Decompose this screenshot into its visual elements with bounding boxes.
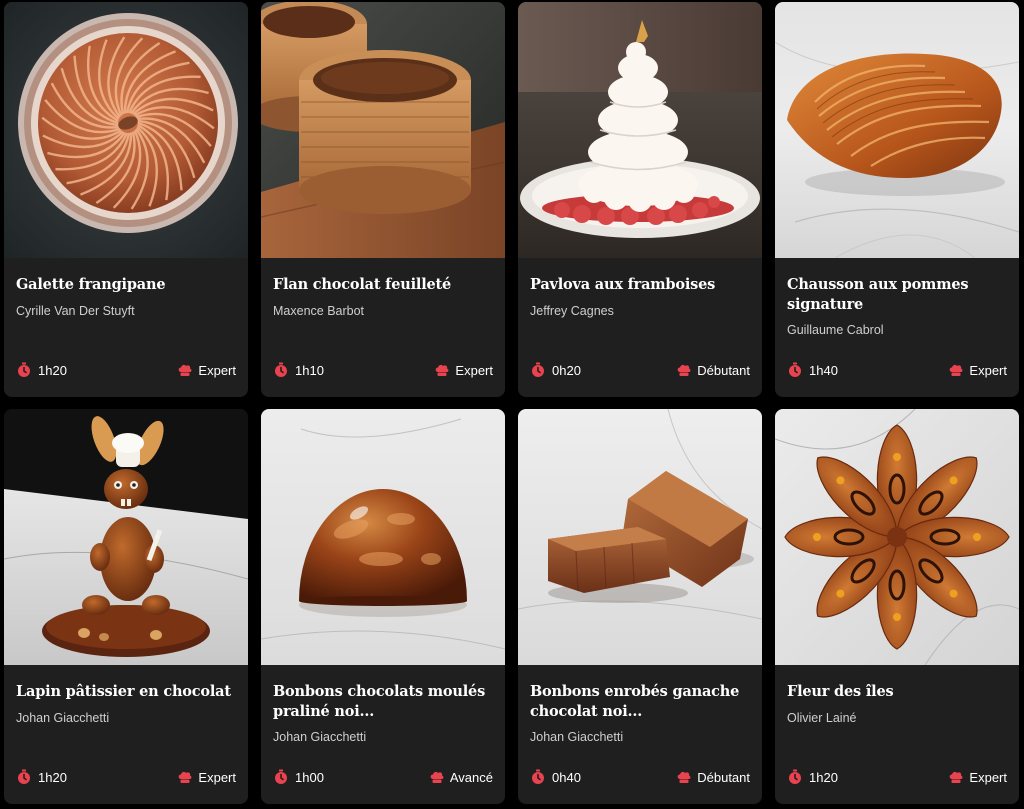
timer-icon xyxy=(273,769,289,785)
recipe-title[interactable]: Bonbons enrobés ganache chocolat noi... xyxy=(530,682,750,722)
recipe-author: Jeffrey Cagnes xyxy=(530,304,614,318)
recipe-card[interactable]: Fleur des îles Olivier Lainé 1h20 Expert xyxy=(775,409,1019,804)
recipe-title[interactable]: Bonbons chocolats moulés praliné noi... xyxy=(273,682,493,722)
recipe-time-value: 1h20 xyxy=(38,769,67,785)
recipe-time: 1h20 xyxy=(787,769,838,785)
recipe-level: Expert xyxy=(177,769,236,785)
recipe-time: 1h20 xyxy=(16,769,67,785)
recipe-meta: 1h40 Expert xyxy=(787,362,1007,380)
recipe-title[interactable]: Flan chocolat feuilleté xyxy=(273,275,493,295)
chef-hat-icon xyxy=(948,769,964,785)
recipe-photo-galette[interactable] xyxy=(4,2,248,258)
timer-icon xyxy=(787,769,803,785)
recipe-time: 1h40 xyxy=(787,362,838,378)
recipe-author: Johan Giacchetti xyxy=(273,730,367,744)
recipe-level-value: Expert xyxy=(455,362,493,378)
recipe-photo-bonbons-enrobes[interactable] xyxy=(518,409,762,665)
recipe-author: Olivier Lainé xyxy=(787,711,857,725)
chef-hat-icon xyxy=(177,362,193,378)
recipe-photo-fleur-des-iles[interactable] xyxy=(775,409,1019,665)
recipe-level: Expert xyxy=(434,362,493,378)
chef-hat-icon xyxy=(676,769,692,785)
recipe-meta: 1h20 Expert xyxy=(787,769,1007,787)
recipe-time-value: 1h20 xyxy=(38,362,67,378)
recipe-meta: 1h10 Expert xyxy=(273,362,493,380)
timer-icon xyxy=(530,362,546,378)
recipe-photo-pavlova[interactable] xyxy=(518,2,762,258)
recipe-time-value: 0h40 xyxy=(552,769,581,785)
recipe-time-value: 0h20 xyxy=(552,362,581,378)
recipe-time: 1h20 xyxy=(16,362,67,378)
recipe-level: Débutant xyxy=(676,769,750,785)
recipe-level-value: Avancé xyxy=(449,769,493,785)
recipe-meta: 0h40 Débutant xyxy=(530,769,750,787)
recipe-author: Guillaume Cabrol xyxy=(787,323,884,337)
recipe-grid: Galette frangipane Cyrille Van Der Stuyf… xyxy=(4,2,1019,804)
chef-hat-icon xyxy=(177,769,193,785)
recipe-time-value: 1h10 xyxy=(295,362,324,378)
recipe-photo-flan[interactable] xyxy=(261,2,505,258)
recipe-level: Expert xyxy=(948,362,1007,378)
recipe-time: 0h20 xyxy=(530,362,581,378)
recipe-level: Expert xyxy=(177,362,236,378)
recipe-card[interactable]: Pavlova aux framboises Jeffrey Cagnes 0h… xyxy=(518,2,762,397)
chef-hat-icon xyxy=(429,769,445,785)
recipe-time-value: 1h00 xyxy=(295,769,324,785)
recipe-time: 0h40 xyxy=(530,769,581,785)
recipe-author: Maxence Barbot xyxy=(273,304,365,318)
recipe-meta: 1h20 Expert xyxy=(16,362,236,380)
chef-hat-icon xyxy=(948,362,964,378)
chef-hat-icon xyxy=(676,362,692,378)
recipe-level-value: Expert xyxy=(198,769,236,785)
recipe-title[interactable]: Fleur des îles xyxy=(787,682,1007,702)
recipe-time: 1h10 xyxy=(273,362,324,378)
recipe-author: Johan Giacchetti xyxy=(530,730,624,744)
recipe-card[interactable]: Galette frangipane Cyrille Van Der Stuyf… xyxy=(4,2,248,397)
recipe-photo-lapin[interactable] xyxy=(4,409,248,665)
recipe-level: Expert xyxy=(948,769,1007,785)
recipe-title[interactable]: Lapin pâtissier en chocolat xyxy=(16,682,236,702)
recipe-meta: 0h20 Débutant xyxy=(530,362,750,380)
timer-icon xyxy=(273,362,289,378)
recipe-card[interactable]: Lapin pâtissier en chocolat Johan Giacch… xyxy=(4,409,248,804)
recipe-photo-chausson[interactable] xyxy=(775,2,1019,258)
recipe-level-value: Expert xyxy=(969,769,1007,785)
recipe-level: Débutant xyxy=(676,362,750,378)
timer-icon xyxy=(787,362,803,378)
recipe-level-value: Expert xyxy=(969,362,1007,378)
recipe-title[interactable]: Pavlova aux framboises xyxy=(530,275,750,295)
recipe-time-value: 1h40 xyxy=(809,362,838,378)
timer-icon xyxy=(16,769,32,785)
recipe-level: Avancé xyxy=(429,769,493,785)
recipe-card[interactable]: Chausson aux pommes signature Guillaume … xyxy=(775,2,1019,397)
recipe-meta: 1h20 Expert xyxy=(16,769,236,787)
timer-icon xyxy=(530,769,546,785)
recipe-card[interactable]: Bonbons enrobés ganache chocolat noi... … xyxy=(518,409,762,804)
recipe-level-value: Débutant xyxy=(697,769,750,785)
recipe-time-value: 1h20 xyxy=(809,769,838,785)
recipe-author: Cyrille Van Der Stuyft xyxy=(16,304,135,318)
recipe-card[interactable]: Flan chocolat feuilleté Maxence Barbot 1… xyxy=(261,2,505,397)
recipe-title[interactable]: Chausson aux pommes signature xyxy=(787,275,1007,315)
recipe-author: Johan Giacchetti xyxy=(16,711,110,725)
recipe-level-value: Expert xyxy=(198,362,236,378)
recipe-meta: 1h00 Avancé xyxy=(273,769,493,787)
recipe-level-value: Débutant xyxy=(697,362,750,378)
chef-hat-icon xyxy=(434,362,450,378)
timer-icon xyxy=(16,362,32,378)
recipe-title[interactable]: Galette frangipane xyxy=(16,275,236,295)
recipe-photo-bonbons-moules[interactable] xyxy=(261,409,505,665)
recipe-time: 1h00 xyxy=(273,769,324,785)
recipe-card[interactable]: Bonbons chocolats moulés praliné noi... … xyxy=(261,409,505,804)
